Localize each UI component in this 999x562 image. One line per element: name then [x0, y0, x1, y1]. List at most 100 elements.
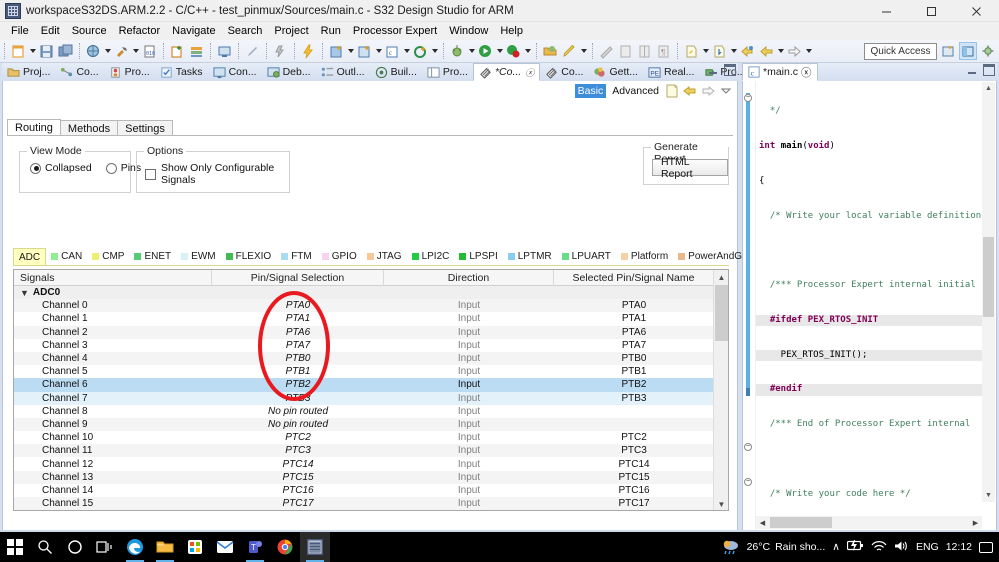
new-c-dropdown-icon[interactable] — [402, 42, 411, 61]
fold-marker-icon[interactable]: − — [744, 443, 752, 451]
editor-code-area[interactable]: */ int main(void) { /* Write your local … — [756, 83, 984, 508]
cell-pin-selection[interactable]: No pin routed — [212, 405, 384, 418]
table-row[interactable]: Channel 4 PTB0 Input PTB0 — [14, 351, 728, 366]
disabled-pen-icon[interactable] — [243, 42, 262, 61]
peripheral-tab-cmp[interactable]: CMP — [87, 248, 129, 265]
view-tab-components-active[interactable]: *Co... ⓧ — [472, 63, 541, 81]
debug-dropdown-icon[interactable] — [103, 42, 112, 61]
table-row[interactable]: Channel 2 PTA6 Input PTA6 — [14, 325, 728, 339]
forward-arrow-dropdown-icon[interactable] — [804, 42, 813, 61]
start-icon[interactable] — [0, 532, 30, 562]
mail-icon[interactable] — [210, 532, 240, 562]
basic-mode-button[interactable]: Basic — [574, 84, 607, 98]
chevron-down-icon[interactable]: ▼ — [20, 288, 29, 298]
menu-file[interactable]: File — [5, 24, 35, 38]
note-icon[interactable] — [665, 84, 679, 98]
menu-edit[interactable]: Edit — [35, 24, 66, 38]
cell-pin-selection[interactable]: PTA0 — [212, 299, 384, 312]
editor-scroll-right-icon[interactable]: ▶ — [969, 516, 982, 529]
last-edit-dropdown-icon[interactable] — [701, 42, 710, 61]
search-pen-dropdown-icon[interactable] — [579, 42, 588, 61]
cell-pin-selection[interactable]: PTC2 — [212, 431, 384, 444]
forward-arrow-icon[interactable] — [785, 42, 804, 61]
new-c-file-icon[interactable]: c — [383, 42, 402, 61]
view-tab-project-explorer[interactable]: Proj... — [2, 63, 55, 81]
table-row[interactable]: Channel 14 PTC16 Input PTC16 — [14, 483, 728, 497]
view-tab-debug[interactable]: Deb... — [262, 63, 316, 81]
forward-arrow-icon[interactable] — [701, 84, 715, 98]
show-configurable-signals-checkbox[interactable] — [145, 168, 156, 180]
table-row[interactable]: Channel 10 PTC2 Input PTC2 — [14, 431, 728, 445]
flash-program-icon[interactable] — [271, 42, 290, 61]
search-icon[interactable] — [30, 532, 60, 562]
view-tab-properties[interactable]: Pro... — [422, 63, 473, 81]
new-cpp-class-icon[interactable] — [327, 42, 346, 61]
editor-scrollbar-thumb[interactable] — [983, 237, 994, 317]
edge-icon[interactable] — [120, 532, 150, 562]
lightning-icon[interactable] — [299, 42, 318, 61]
radio-collapsed[interactable]: Collapsed — [30, 162, 92, 174]
cell-pin-selection[interactable]: PTC17 — [212, 497, 384, 510]
table-row[interactable]: Channel 7 PTB3 Input PTB3 — [14, 391, 728, 405]
console-view-icon[interactable] — [215, 42, 234, 61]
tab-settings[interactable]: Settings — [117, 120, 173, 136]
menu-help[interactable]: Help — [494, 24, 529, 38]
table-row[interactable]: Channel 15 PTC17 Input PTC17 — [14, 497, 728, 510]
editor-tab-main-c[interactable]: c *main.c ⓧ — [742, 63, 818, 81]
notifications-icon[interactable] — [979, 541, 993, 553]
editor-scroll-left-icon[interactable]: ◀ — [756, 516, 769, 529]
table-row-selected[interactable]: Channel 6 PTB2 Input PTB2 — [14, 378, 728, 392]
view-tab-tasks[interactable]: Tasks — [155, 63, 208, 81]
scrollbar-thumb[interactable] — [715, 285, 728, 341]
volume-icon[interactable] — [894, 540, 909, 555]
debug-bug-dropdown-icon[interactable] — [467, 42, 476, 61]
cell-pin-selection[interactable]: PTA7 — [212, 339, 384, 352]
store-icon[interactable] — [180, 532, 210, 562]
run-icon[interactable] — [476, 42, 495, 61]
back-arrow-dropdown-icon[interactable] — [776, 42, 785, 61]
cell-pin-selection[interactable]: PTB0 — [212, 352, 384, 365]
open-perspective-icon[interactable] — [939, 42, 957, 60]
menu-source[interactable]: Source — [66, 24, 113, 38]
s32ds-icon[interactable] — [300, 532, 330, 562]
quick-access-field[interactable]: Quick Access — [864, 43, 937, 60]
file-explorer-icon[interactable] — [150, 532, 180, 562]
save-all-icon[interactable] — [56, 42, 75, 61]
table-row[interactable]: Channel 12 PTC14 Input PTC14 — [14, 457, 728, 471]
peripheral-tab-jtag[interactable]: JTAG — [362, 248, 407, 265]
new-file-icon[interactable] — [9, 42, 28, 61]
back-arrow-icon[interactable] — [757, 42, 776, 61]
language-indicator[interactable]: ENG — [916, 541, 939, 553]
profile-dropdown-icon[interactable] — [523, 42, 532, 61]
view-maximize-icon[interactable] — [724, 64, 736, 76]
window-close-button[interactable] — [954, 0, 999, 22]
cell-pin-selection[interactable]: PTC16 — [212, 484, 384, 497]
view-tab-problems[interactable]: Pro... — [104, 63, 155, 81]
cell-pin-selection[interactable]: PTC14 — [212, 457, 384, 470]
save-icon[interactable] — [37, 42, 56, 61]
peripheral-tab-ewm[interactable]: EWM — [176, 248, 220, 265]
editor-hscrollbar-thumb[interactable] — [770, 517, 832, 528]
search-pen-icon[interactable] — [560, 42, 579, 61]
table-row[interactable]: Channel 8 No pin routed Input — [14, 404, 728, 418]
taskbar-clock[interactable]: 12:12 — [946, 541, 972, 553]
new-project-icon[interactable] — [168, 42, 187, 61]
chrome-icon[interactable] — [270, 532, 300, 562]
new-cpp-dropdown-icon[interactable] — [346, 42, 355, 61]
advanced-mode-button[interactable]: Advanced — [610, 84, 661, 98]
menu-project[interactable]: Project — [268, 24, 314, 38]
view-tab-realtime[interactable]: PE Real... — [643, 63, 699, 81]
editor-horizontal-scrollbar[interactable]: ◀ ▶ — [756, 516, 982, 529]
column-header-selected-pin-signal-name[interactable]: Selected Pin/Signal Name — [554, 270, 714, 286]
tab-methods[interactable]: Methods — [59, 120, 119, 136]
next-annotation-dropdown-icon[interactable] — [729, 42, 738, 61]
open-resource-icon[interactable] — [541, 42, 560, 61]
table-vertical-scrollbar[interactable]: ▲ ▼ — [713, 270, 728, 510]
view-tab-console[interactable]: Con... — [208, 63, 262, 81]
peripheral-tab-gpio[interactable]: GPIO — [317, 248, 362, 265]
cell-pin-selection[interactable]: PTA6 — [212, 326, 384, 339]
back-history-icon[interactable] — [738, 42, 757, 61]
weather-widget[interactable]: 26°C Rain sho... — [722, 539, 825, 555]
view-minimize-icon[interactable] — [707, 64, 719, 76]
table-row[interactable]: Channel 3 PTA7 Input PTA7 — [14, 338, 728, 352]
